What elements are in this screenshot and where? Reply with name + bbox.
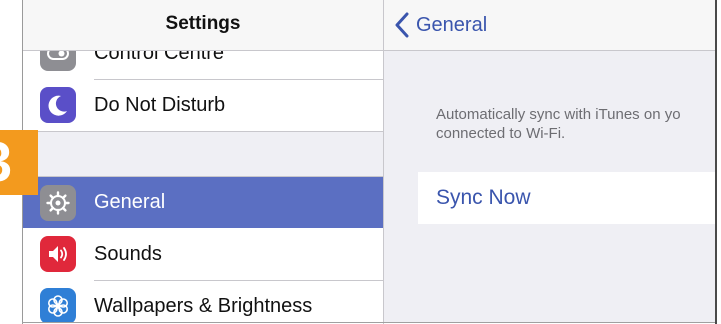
sync-description: Automatically sync with iTunes on yo con… (436, 105, 681, 143)
settings-list[interactable]: Control Centre Do Not Disturb General So… (23, 51, 383, 322)
moon-icon (40, 87, 76, 123)
group-gap (23, 132, 383, 177)
speaker-icon (40, 236, 76, 272)
sidebar-item-do-not-disturb[interactable]: Do Not Disturb (23, 79, 383, 131)
sidebar-item-general[interactable]: General (23, 177, 383, 228)
sidebar-item-label: General (94, 191, 166, 213)
sync-now-label: Sync Now (436, 186, 531, 209)
sidebar-header: Settings (23, 0, 383, 51)
sidebar-title: Settings (165, 13, 241, 34)
flower-icon (40, 288, 76, 322)
sync-description-line: connected to Wi-Fi. (436, 125, 566, 142)
sidebar-item-sounds[interactable]: Sounds (23, 228, 383, 280)
sidebar-item-label: Sounds (94, 243, 162, 265)
step-badge: 3 (0, 130, 38, 195)
gear-icon (40, 185, 76, 221)
sidebar-item-wallpapers-brightness[interactable]: Wallpapers & Brightness (23, 280, 383, 322)
sync-description-line: Automatically sync with iTunes on yo (436, 106, 681, 123)
frame-bottom-border (22, 322, 715, 323)
back-button[interactable]: General (394, 10, 487, 40)
sync-now-button[interactable]: Sync Now (418, 172, 715, 224)
sidebar-item-label: Do Not Disturb (94, 94, 226, 116)
sidebar-item-label: Wallpapers & Brightness (94, 295, 313, 317)
sidebar-item-label: Control Centre (94, 51, 225, 64)
back-button-label: General (416, 13, 488, 36)
sidebar-item-control-centre[interactable]: Control Centre (23, 51, 383, 79)
frame-right-border (715, 0, 717, 324)
detail-pane: Automatically sync with iTunes on yo con… (384, 51, 715, 322)
step-badge-number: 3 (0, 132, 12, 192)
detail-header: General (384, 0, 715, 51)
control-centre-icon (40, 51, 76, 71)
chevron-left-icon (395, 12, 409, 38)
